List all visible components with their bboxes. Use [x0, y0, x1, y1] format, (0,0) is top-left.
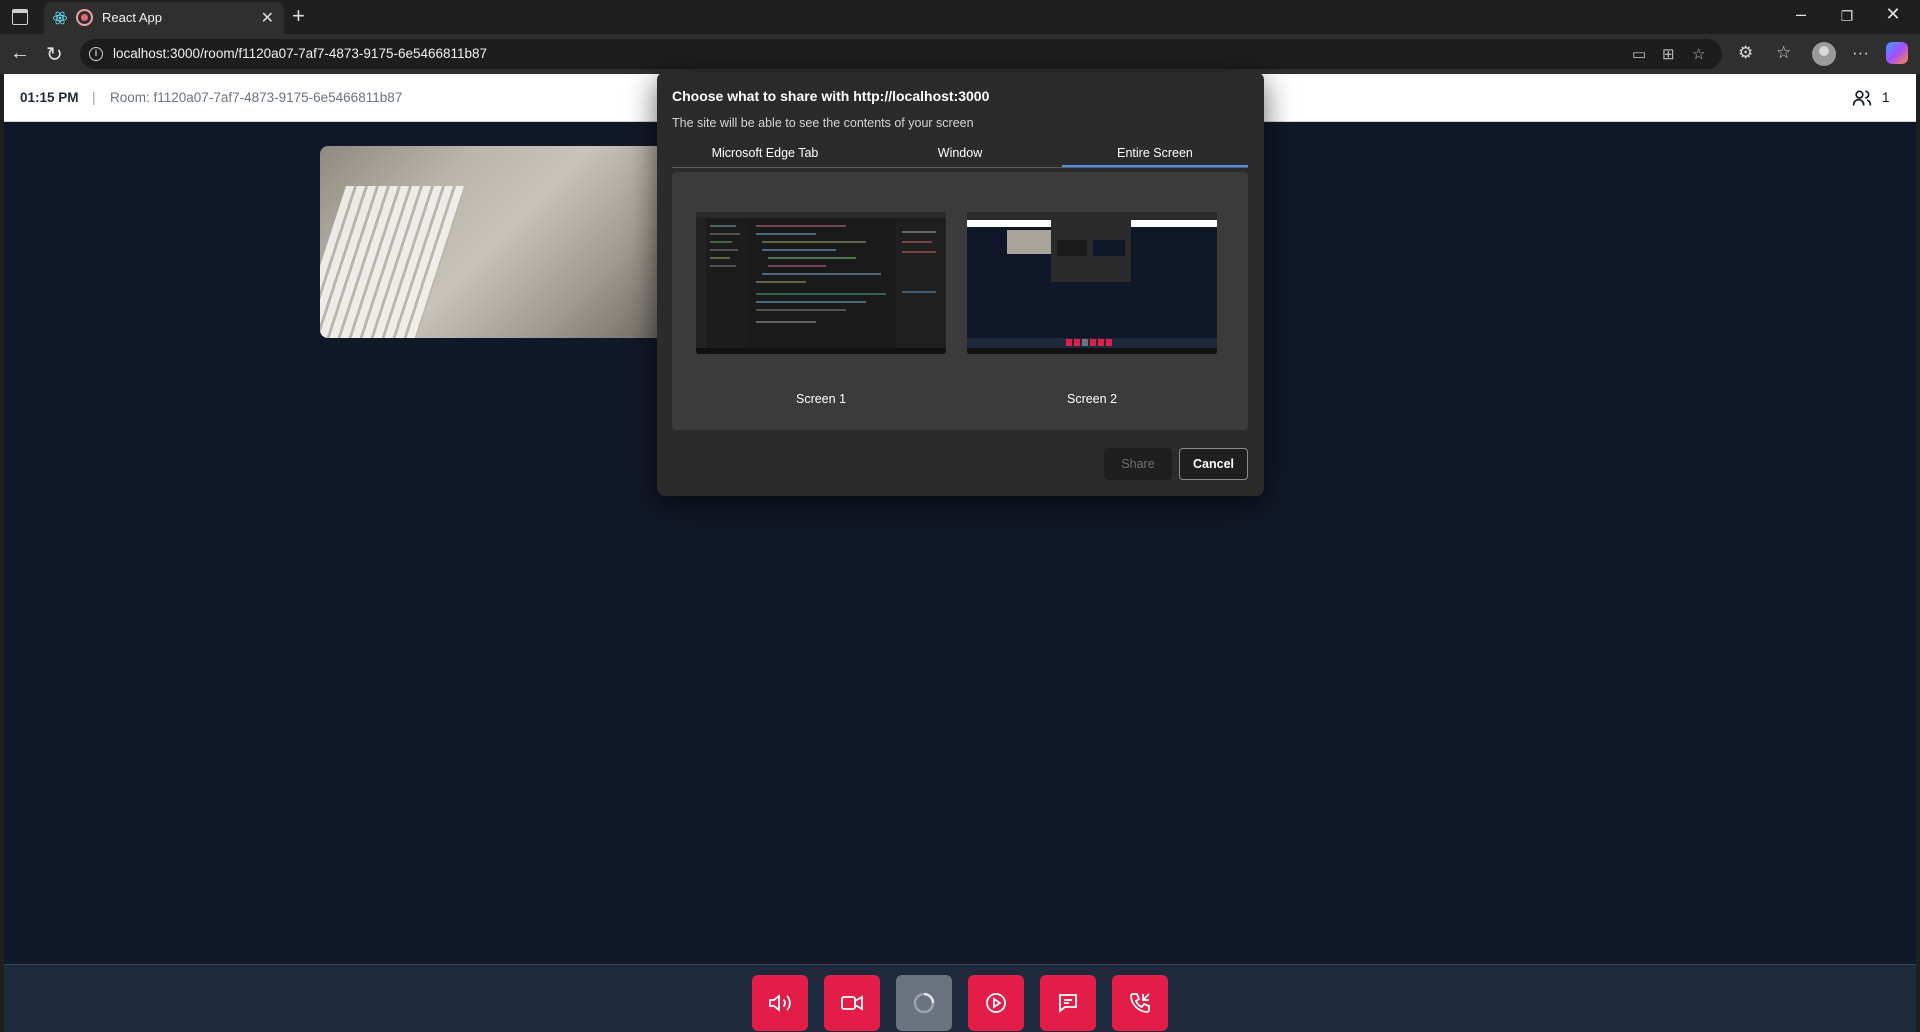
local-video-tile [320, 146, 666, 338]
cancel-button[interactable]: Cancel [1179, 448, 1248, 480]
close-tab-icon[interactable]: ✕ [261, 8, 274, 28]
screen-share-dialog: Choose what to share with http://localho… [657, 72, 1264, 496]
more-menu-icon[interactable]: ··· [1852, 43, 1869, 63]
record-button[interactable] [968, 975, 1024, 1031]
url-text[interactable]: localhost:3000/room/f1120a07-7af7-4873-9… [113, 46, 487, 61]
video-feed-content [320, 186, 466, 338]
copilot-icon[interactable] [1886, 42, 1908, 64]
participants-icon[interactable] [1852, 88, 1872, 108]
camera-button[interactable] [824, 975, 880, 1031]
camera-in-use-icon[interactable]: ▭ [1632, 45, 1646, 63]
screen-2-thumbnail[interactable] [967, 212, 1217, 354]
tab-microsoft-edge-tab[interactable]: Microsoft Edge Tab [672, 146, 858, 160]
new-tab-icon[interactable]: + [292, 3, 305, 29]
tab-window[interactable]: Window [858, 146, 1062, 160]
refresh-icon[interactable]: ↻ [46, 42, 63, 67]
header-separator: | [92, 89, 96, 105]
screen-list-panel: Screen 1 Screen 2 [672, 172, 1248, 430]
screen-2-label[interactable]: Screen 2 [967, 392, 1217, 406]
site-info-icon[interactable]: i [89, 47, 103, 61]
chat-button[interactable] [1040, 975, 1096, 1031]
tab-title: React App [102, 10, 162, 25]
dialog-title: Choose what to share with http://localho… [672, 88, 990, 104]
close-window-icon[interactable]: ✕ [1870, 4, 1916, 25]
browser-preview [967, 212, 1217, 354]
restore-icon[interactable]: ❐ [1824, 8, 1870, 25]
tab-entire-screen[interactable]: Entire Screen [1062, 146, 1248, 160]
share-button[interactable]: Share [1104, 448, 1172, 480]
address-bar[interactable]: i localhost:3000/room/f1120a07-7af7-4873… [80, 39, 1722, 69]
record-icon [986, 993, 1006, 1013]
screen-1-label[interactable]: Screen 1 [696, 392, 946, 406]
extensions-icon[interactable]: ⚙ [1738, 43, 1753, 63]
react-logo-icon [52, 11, 68, 25]
browser-toolbar: ← ↻ i localhost:3000/room/f1120a07-7af7-… [0, 34, 1920, 74]
speaker-icon [769, 994, 791, 1012]
favorites-icon[interactable]: ☆ [1776, 43, 1791, 63]
browser-tab-bar: React App ✕ + – ❐ ✕ [0, 0, 1920, 34]
loading-spinner-icon [913, 992, 935, 1014]
call-controls-bar [4, 964, 1916, 1032]
minimize-icon[interactable]: – [1778, 4, 1824, 25]
app-available-icon[interactable]: ⊞ [1662, 45, 1675, 63]
recording-indicator-icon [76, 9, 93, 26]
back-icon[interactable]: ← [10, 42, 30, 65]
video-camera-icon [841, 995, 863, 1011]
current-time: 01:15 PM [20, 90, 79, 105]
chat-icon [1059, 994, 1077, 1013]
code-editor-preview [696, 212, 946, 354]
share-source-tabs: Microsoft Edge Tab Window Entire Screen [672, 138, 1248, 168]
favorite-star-icon[interactable]: ☆ [1692, 45, 1705, 63]
room-id-label: Room: f1120a07-7af7-4873-9175-6e5466811b… [110, 90, 403, 105]
screen-share-button[interactable] [896, 975, 952, 1031]
end-call-icon [1130, 993, 1150, 1013]
audio-button[interactable] [752, 975, 808, 1031]
active-tab-indicator [1062, 165, 1248, 167]
screen-1-thumbnail[interactable] [696, 212, 946, 354]
browser-tab-react-app[interactable]: React App ✕ [44, 2, 284, 34]
participant-count: 1 [1882, 90, 1890, 105]
end-call-button[interactable] [1112, 975, 1168, 1031]
profile-avatar[interactable] [1812, 42, 1836, 66]
dialog-subtitle: The site will be able to see the content… [672, 116, 974, 130]
tab-actions-icon[interactable] [12, 9, 28, 25]
